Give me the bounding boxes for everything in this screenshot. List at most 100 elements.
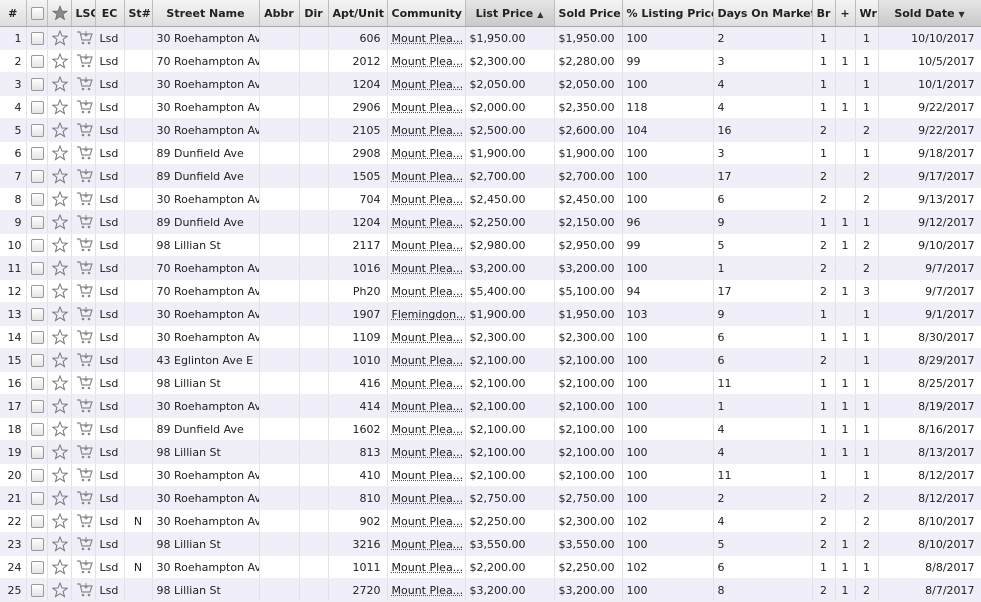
row-favorite-cell[interactable] — [47, 118, 72, 142]
cart-icon[interactable] — [76, 76, 93, 92]
table-row[interactable]: 5 Lsd 30 Roehampton Ave 2105 Mount Plea... $2… — [0, 118, 981, 142]
row-community-cell[interactable]: Mount Plea... — [387, 279, 466, 303]
cart-icon[interactable] — [76, 490, 93, 506]
row-cart-cell[interactable] — [71, 210, 96, 234]
row-community-link[interactable]: Mount Plea... — [392, 377, 464, 390]
row-cart-cell[interactable] — [71, 118, 96, 142]
cart-icon[interactable] — [76, 306, 93, 322]
row-community-link[interactable]: Mount Plea... — [392, 55, 464, 68]
col-header-street-name[interactable]: Street Name — [152, 0, 260, 27]
row-checkbox[interactable] — [30, 583, 44, 597]
row-checkbox[interactable] — [30, 353, 44, 367]
row-community-link[interactable]: Mount Plea... — [392, 78, 464, 91]
star-icon[interactable] — [51, 467, 68, 483]
table-row[interactable]: 4 Lsd 30 Roehampton Ave 2906 Mount Plea... $2… — [0, 95, 981, 119]
table-row[interactable]: 1 Lsd 30 Roehampton Ave 606 Mount Plea... $1,… — [0, 26, 981, 50]
row-favorite-cell[interactable] — [47, 486, 72, 510]
row-checkbox[interactable] — [30, 100, 44, 114]
cart-icon[interactable] — [76, 421, 93, 437]
cart-icon[interactable] — [76, 536, 93, 552]
table-row[interactable]: 16 Lsd 98 Lillian St 416 Mount Plea... $2,100… — [0, 371, 981, 395]
row-cart-cell[interactable] — [71, 302, 96, 326]
cart-icon[interactable] — [76, 237, 93, 253]
row-select-cell[interactable] — [26, 578, 48, 602]
row-select-cell[interactable] — [26, 371, 48, 395]
table-row[interactable]: 10 Lsd 98 Lillian St 2117 Mount Plea... $2,98… — [0, 233, 981, 257]
cart-icon[interactable] — [76, 513, 93, 529]
star-icon[interactable] — [51, 214, 68, 230]
row-cart-cell[interactable] — [71, 532, 96, 556]
row-select-cell[interactable] — [26, 440, 48, 464]
row-favorite-cell[interactable] — [47, 463, 72, 487]
row-cart-cell[interactable] — [71, 141, 96, 165]
row-checkbox[interactable] — [30, 77, 44, 91]
row-checkbox[interactable] — [30, 537, 44, 551]
row-community-link[interactable]: Mount Plea... — [392, 354, 464, 367]
row-favorite-cell[interactable] — [47, 233, 72, 257]
row-favorite-cell[interactable] — [47, 95, 72, 119]
table-row[interactable]: 18 Lsd 89 Dunfield Ave 1602 Mount Plea... $2,… — [0, 417, 981, 441]
row-favorite-cell[interactable] — [47, 555, 72, 579]
col-header-dir[interactable]: Dir — [299, 0, 329, 27]
row-checkbox[interactable] — [30, 146, 44, 160]
star-icon[interactable] — [51, 260, 68, 276]
col-header-pct-listing-price[interactable]: % Listing Price — [622, 0, 714, 27]
cart-icon[interactable] — [76, 99, 93, 115]
row-favorite-cell[interactable] — [47, 72, 72, 96]
cart-icon[interactable] — [76, 398, 93, 414]
row-select-cell[interactable] — [26, 72, 48, 96]
star-icon[interactable] — [51, 421, 68, 437]
row-community-cell[interactable]: Mount Plea... — [387, 95, 466, 119]
row-community-cell[interactable]: Mount Plea... — [387, 463, 466, 487]
row-community-link[interactable]: Mount Plea... — [392, 262, 464, 275]
row-community-link[interactable]: Mount Plea... — [392, 216, 464, 229]
row-select-cell[interactable] — [26, 233, 48, 257]
star-icon[interactable] — [51, 283, 68, 299]
row-checkbox[interactable] — [30, 54, 44, 68]
row-community-link[interactable]: Mount Plea... — [392, 285, 464, 298]
row-community-cell[interactable]: Mount Plea... — [387, 26, 466, 50]
row-select-cell[interactable] — [26, 256, 48, 280]
row-community-link[interactable]: Mount Plea... — [392, 239, 464, 252]
row-select-cell[interactable] — [26, 164, 48, 188]
row-favorite-cell[interactable] — [47, 417, 72, 441]
row-favorite-cell[interactable] — [47, 279, 72, 303]
row-community-cell[interactable]: Mount Plea... — [387, 256, 466, 280]
row-cart-cell[interactable] — [71, 72, 96, 96]
row-checkbox[interactable] — [30, 123, 44, 137]
row-cart-cell[interactable] — [71, 417, 96, 441]
row-community-cell[interactable]: Mount Plea... — [387, 348, 466, 372]
cart-icon[interactable] — [76, 260, 93, 276]
row-checkbox[interactable] — [30, 169, 44, 183]
table-row[interactable]: 25 Lsd 98 Lillian St 2720 Mount Plea... $3,20… — [0, 578, 981, 602]
row-select-cell[interactable] — [26, 210, 48, 234]
row-community-cell[interactable]: Mount Plea... — [387, 210, 466, 234]
row-favorite-cell[interactable] — [47, 210, 72, 234]
row-select-cell[interactable] — [26, 325, 48, 349]
table-row[interactable]: 12 Lsd 70 Roehampton Ave Ph20 Mount Plea... $… — [0, 279, 981, 303]
row-community-link[interactable]: Mount Plea... — [392, 446, 464, 459]
col-header-number[interactable]: # — [0, 0, 27, 27]
col-header-abbr[interactable]: Abbr — [259, 0, 300, 27]
row-favorite-cell[interactable] — [47, 371, 72, 395]
star-icon[interactable] — [51, 329, 68, 345]
row-community-link[interactable]: Mount Plea... — [392, 423, 464, 436]
col-header-wr[interactable]: Wr — [855, 0, 879, 27]
row-cart-cell[interactable] — [71, 578, 96, 602]
row-favorite-cell[interactable] — [47, 348, 72, 372]
row-checkbox[interactable] — [30, 491, 44, 505]
cart-icon[interactable] — [76, 214, 93, 230]
row-checkbox[interactable] — [30, 560, 44, 574]
row-community-link[interactable]: Mount Plea... — [392, 584, 464, 597]
col-header-community[interactable]: Community — [387, 0, 466, 27]
row-cart-cell[interactable] — [71, 256, 96, 280]
row-favorite-cell[interactable] — [47, 187, 72, 211]
row-checkbox[interactable] — [30, 330, 44, 344]
table-row[interactable]: 23 Lsd 98 Lillian St 3216 Mount Plea... $3,55… — [0, 532, 981, 556]
row-checkbox[interactable] — [30, 514, 44, 528]
row-select-cell[interactable] — [26, 118, 48, 142]
cart-icon[interactable] — [76, 53, 93, 69]
row-cart-cell[interactable] — [71, 233, 96, 257]
row-checkbox[interactable] — [30, 238, 44, 252]
col-header-sold-price[interactable]: Sold Price — [554, 0, 623, 27]
